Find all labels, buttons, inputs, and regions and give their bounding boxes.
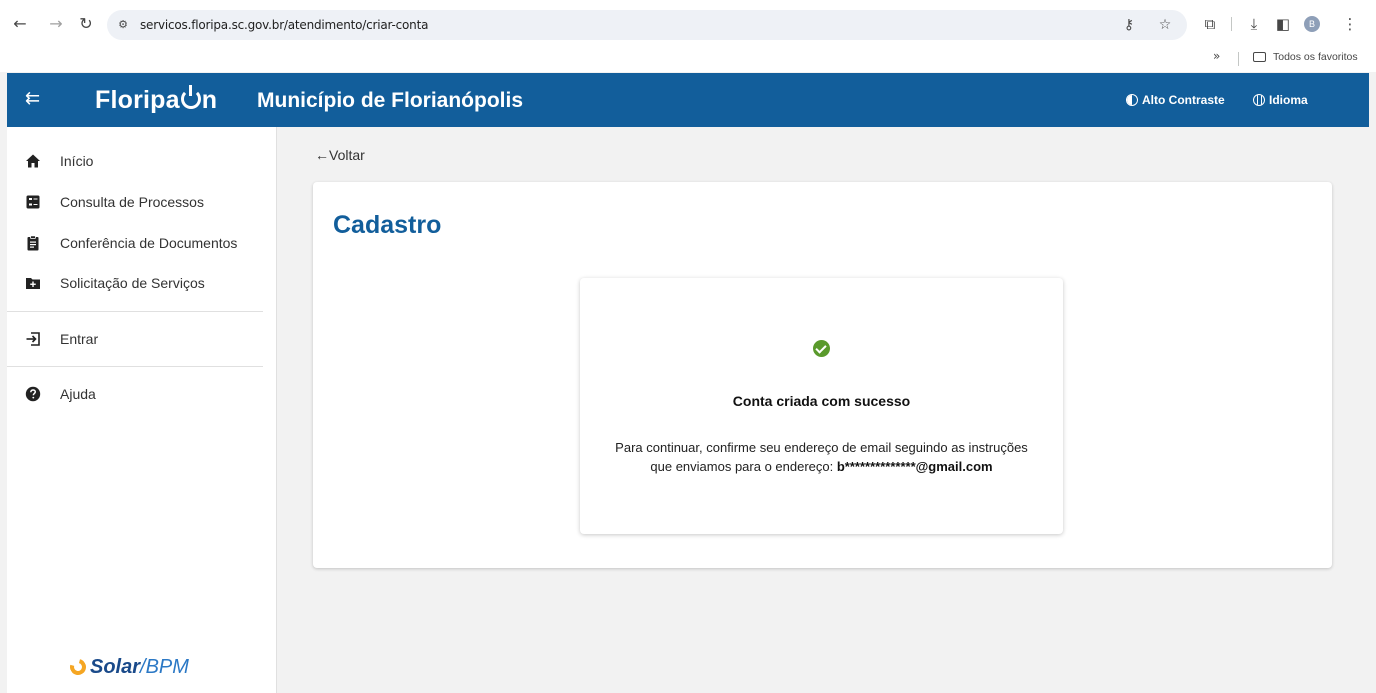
password-key-icon[interactable]: ⚷ — [1120, 16, 1138, 34]
page-title: Município de Florianópolis — [257, 89, 523, 112]
sidebar-item-inicio[interactable]: Início — [7, 143, 277, 179]
forward-arrow-icon[interactable]: → — [46, 14, 66, 34]
side-panel-icon[interactable]: ◧ — [1273, 14, 1293, 34]
solar-brand-text: Solar — [90, 656, 141, 678]
address-bar[interactable]: ⚙ servicos.floripa.sc.gov.br/atendimento… — [107, 10, 1187, 40]
bookmarks-bar: » Todos os favoritos — [0, 48, 1376, 72]
back-arrow-icon[interactable]: ← — [10, 14, 30, 34]
sidebar-item-label: Consulta de Processos — [60, 194, 204, 210]
solar-bpm-logo: Solar/BPM — [67, 655, 189, 679]
list-icon — [26, 195, 40, 209]
collapse-menu-icon[interactable]: ⇇ — [25, 87, 40, 111]
site-settings-icon[interactable]: ⚙ — [116, 18, 130, 32]
sidebar-item-label: Solicitação de Serviços — [60, 275, 205, 291]
sidebar: Início Consulta de Processos Conferência… — [7, 127, 277, 693]
all-bookmarks-link[interactable]: Todos os favoritos — [1273, 51, 1358, 63]
sidebar-item-label: Início — [60, 153, 94, 169]
solar-sun-icon — [67, 656, 89, 678]
globe-icon — [1253, 94, 1265, 106]
folder-icon — [1253, 52, 1266, 62]
reload-icon[interactable]: ↻ — [76, 14, 96, 34]
login-icon — [26, 332, 40, 346]
sidebar-item-label: Conferência de Documentos — [60, 235, 238, 251]
more-menu-icon[interactable]: ⋮ — [1340, 14, 1360, 34]
sidebar-item-label: Entrar — [60, 331, 99, 347]
extensions-icon[interactable]: ⧉ — [1200, 14, 1220, 34]
floripa-on-logo[interactable]: Floripa n — [95, 85, 217, 115]
sidebar-item-label: Ajuda — [60, 386, 96, 402]
content-card: Cadastro Conta criada com sucesso Para c… — [313, 182, 1332, 568]
bookmark-star-icon[interactable]: ☆ — [1156, 16, 1174, 34]
toolbar-divider — [1231, 17, 1232, 31]
help-icon — [25, 386, 41, 402]
success-panel: Conta criada com sucesso Para continuar,… — [580, 278, 1063, 534]
high-contrast-label: Alto Contraste — [1142, 93, 1225, 107]
sidebar-item-solicitacao-servicos[interactable]: Solicitação de Serviços — [7, 265, 277, 301]
success-title: Conta criada com sucesso — [732, 393, 911, 409]
logo-text-right: n — [201, 86, 218, 114]
card-title: Cadastro — [333, 211, 442, 239]
home-icon — [26, 154, 40, 168]
language-button[interactable]: Idioma — [1253, 92, 1308, 108]
browser-chrome: ← → ↻ ⚙ servicos.floripa.sc.gov.br/atend… — [0, 0, 1376, 72]
bookmarks-divider — [1238, 52, 1239, 66]
url-text[interactable]: servicos.floripa.sc.gov.br/atendimento/c… — [140, 18, 428, 32]
sidebar-divider — [7, 311, 263, 312]
language-label: Idioma — [1269, 93, 1308, 107]
high-contrast-button[interactable]: Alto Contraste — [1126, 92, 1225, 108]
browser-toolbar: ← → ↻ ⚙ servicos.floripa.sc.gov.br/atend… — [0, 0, 1376, 48]
power-icon — [180, 85, 201, 109]
back-link[interactable]: ←Voltar — [315, 146, 365, 164]
sidebar-item-entrar[interactable]: Entrar — [7, 321, 277, 357]
sidebar-item-consulta-processos[interactable]: Consulta de Processos — [7, 184, 277, 220]
message-line-1: Para continuar, confirme seu endereço de… — [615, 440, 1028, 455]
message-line-2: que enviamos para o endereço: b*********… — [580, 457, 1063, 476]
bookmarks-overflow-icon[interactable]: » — [1213, 49, 1220, 63]
sidebar-item-ajuda[interactable]: Ajuda — [7, 376, 277, 412]
clipboard-icon — [27, 235, 39, 251]
bpm-brand-text: /BPM — [140, 656, 189, 678]
sidebar-item-conferencia-documentos[interactable]: Conferência de Documentos — [7, 225, 277, 261]
message-prefix: que enviamos para o endereço: — [650, 459, 837, 474]
contrast-icon — [1126, 94, 1138, 106]
sidebar-divider — [7, 366, 263, 367]
check-circle-icon — [813, 340, 830, 357]
profile-avatar[interactable]: B — [1304, 16, 1320, 32]
confirmation-message: Para continuar, confirme seu endereço de… — [580, 438, 1063, 476]
app-header: ⇇ Floripa n Município de Florianópolis Al… — [7, 73, 1369, 127]
folder-plus-icon — [26, 278, 40, 289]
download-icon[interactable]: ⤓ — [1244, 14, 1264, 34]
masked-email: b**************@gmail.com — [836, 459, 993, 474]
logo-text-left: Floripa — [95, 86, 180, 114]
